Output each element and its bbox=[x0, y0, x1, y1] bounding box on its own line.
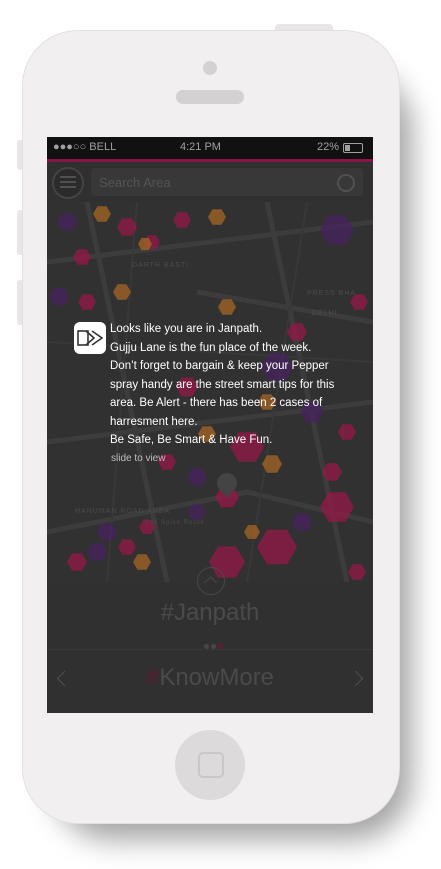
notification-line: Gujju Lane is the fun place of the week. bbox=[110, 341, 312, 354]
app-screen: ●●●○○ BELL 4:21 PM 22% Search Area DARTH… bbox=[47, 137, 373, 713]
app-logo-icon bbox=[74, 322, 106, 354]
notification-line: Don’t forget to bargain & keep your Pepp… bbox=[110, 360, 329, 372]
notification-line: spray handy are the street smart tips fo… bbox=[110, 378, 335, 391]
notification-line: Looks like you are in Janpath. bbox=[110, 323, 263, 335]
logo-mark bbox=[77, 330, 103, 346]
slide-to-view-hint[interactable]: slide to view bbox=[111, 453, 165, 464]
notification-line: Be Safe, Be Smart & Have Fun. bbox=[110, 434, 273, 446]
home-button-icon bbox=[198, 752, 224, 778]
notification-line: harresment here. bbox=[110, 415, 198, 428]
front-camera bbox=[203, 61, 217, 75]
notification-line: area. Be Alert - there has been 2 cases … bbox=[110, 397, 323, 409]
speaker-grille bbox=[176, 90, 244, 104]
notification-message: Looks like you are in Janpath. Gujju Lan… bbox=[110, 320, 360, 450]
